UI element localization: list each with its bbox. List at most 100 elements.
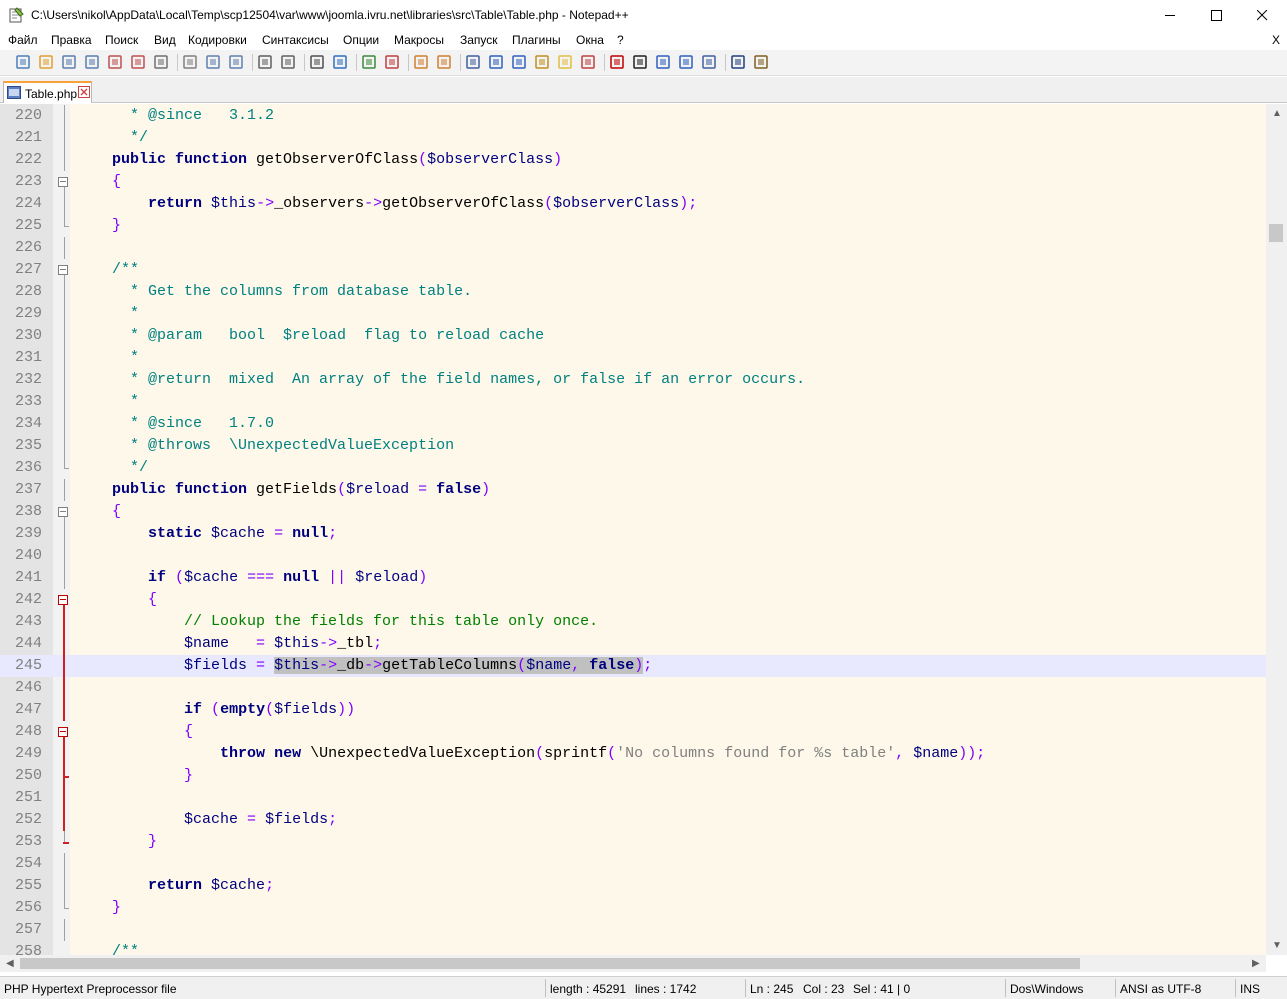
redo-button[interactable] xyxy=(280,54,296,70)
print-button[interactable] xyxy=(153,54,169,70)
open-file-button[interactable] xyxy=(38,54,54,70)
horizontal-scroll-thumb[interactable] xyxy=(20,958,1080,969)
save-all-button[interactable] xyxy=(84,54,100,70)
menu-syntax[interactable]: Синтаксисы xyxy=(262,33,329,47)
code-line[interactable]: 246 xyxy=(0,677,1266,699)
code-line[interactable]: 223 { xyxy=(0,171,1266,193)
code-line[interactable]: 250 } xyxy=(0,765,1266,787)
undo-button[interactable] xyxy=(257,54,273,70)
fold-toggle-icon[interactable] xyxy=(58,727,68,737)
doc-map-button[interactable] xyxy=(557,54,573,70)
code-line[interactable]: 244 $name = $this->_tbl; xyxy=(0,633,1266,655)
indent-guide-button[interactable] xyxy=(511,54,527,70)
close-all-button[interactable] xyxy=(130,54,146,70)
code-line[interactable]: 237 public function getFields($reload = f… xyxy=(0,479,1266,501)
close-window-button[interactable] xyxy=(1239,0,1285,31)
maximize-button[interactable] xyxy=(1193,0,1239,31)
code-line[interactable]: 255 return $cache; xyxy=(0,875,1266,897)
save-macro-button[interactable] xyxy=(701,54,717,70)
code-line[interactable]: 232 * @return mixed An array of the fiel… xyxy=(0,369,1266,391)
paste-button[interactable] xyxy=(228,54,244,70)
code-line[interactable]: 256} xyxy=(0,897,1266,919)
menu-options[interactable]: Опции xyxy=(343,33,379,47)
status-insert-mode[interactable]: INS xyxy=(1240,982,1260,996)
vertical-scroll-thumb[interactable] xyxy=(1269,224,1283,242)
menu-view[interactable]: Вид xyxy=(154,33,176,47)
run-macro-multiple-button[interactable] xyxy=(678,54,694,70)
tab-table-php[interactable]: Table.php xyxy=(3,81,92,103)
copy-button[interactable] xyxy=(205,54,221,70)
code-line[interactable]: 231 * xyxy=(0,347,1266,369)
code-line[interactable]: 236 */ xyxy=(0,457,1266,479)
code-line[interactable]: 226 xyxy=(0,237,1266,259)
stop-record-button[interactable] xyxy=(632,54,648,70)
scroll-down-icon[interactable]: ▼ xyxy=(1272,940,1282,951)
code-line[interactable]: 235 * @throws \UnexpectedValueException xyxy=(0,435,1266,457)
scroll-right-icon[interactable]: ▶ xyxy=(1252,958,1260,969)
code-line[interactable]: 220 * @since 3.1.2 xyxy=(0,105,1266,127)
word-wrap-button[interactable] xyxy=(465,54,481,70)
fold-toggle-icon[interactable] xyxy=(58,507,68,517)
code-line[interactable]: 222 public function getObserverOfClass($o… xyxy=(0,149,1266,171)
menu-edit[interactable]: Правка xyxy=(51,33,92,47)
code-line[interactable]: 251 xyxy=(0,787,1266,809)
fold-toggle-icon[interactable] xyxy=(58,177,68,187)
menu-macro[interactable]: Макросы xyxy=(394,33,444,47)
close-button[interactable] xyxy=(107,54,123,70)
cut-button[interactable] xyxy=(182,54,198,70)
code-line[interactable]: 248 { xyxy=(0,721,1266,743)
menu-search[interactable]: Поиск xyxy=(105,33,138,47)
horizontal-scrollbar[interactable]: ◀ ▶ xyxy=(0,955,1266,972)
user-language-button[interactable] xyxy=(534,54,550,70)
code-line[interactable]: 234 * @since 1.7.0 xyxy=(0,413,1266,435)
save-button[interactable] xyxy=(61,54,77,70)
menu-window[interactable]: Окна xyxy=(576,33,604,47)
close-tab-icon[interactable] xyxy=(78,86,90,98)
code-line[interactable]: 258 /** xyxy=(0,941,1266,956)
spellcheck-settings-button[interactable] xyxy=(753,54,769,70)
code-line[interactable]: 254 xyxy=(0,853,1266,875)
sync-vertical-button[interactable] xyxy=(413,54,429,70)
fold-toggle-icon[interactable] xyxy=(58,595,68,605)
scroll-up-icon[interactable]: ▲ xyxy=(1272,108,1282,119)
find-button[interactable] xyxy=(309,54,325,70)
code-line[interactable]: 240 xyxy=(0,545,1266,567)
minimize-button[interactable] xyxy=(1147,0,1193,31)
zoom-out-button[interactable] xyxy=(384,54,400,70)
code-line[interactable]: 242 { xyxy=(0,589,1266,611)
code-line[interactable]: 253 } xyxy=(0,831,1266,853)
code-line[interactable]: 257 xyxy=(0,919,1266,941)
sync-horizontal-button[interactable] xyxy=(436,54,452,70)
new-file-button[interactable] xyxy=(15,54,31,70)
record-macro-button[interactable] xyxy=(609,54,625,70)
menu-file[interactable]: Файл xyxy=(8,33,38,47)
function-list-button[interactable] xyxy=(580,54,596,70)
code-line[interactable]: 238 { xyxy=(0,501,1266,523)
fold-toggle-icon[interactable] xyxy=(58,265,68,275)
code-line[interactable]: 224 return $this->_observers->getObserve… xyxy=(0,193,1266,215)
code-line[interactable]: 228 * Get the columns from database tabl… xyxy=(0,281,1266,303)
code-line[interactable]: 229 * xyxy=(0,303,1266,325)
code-line[interactable]: 230 * @param bool $reload flag to reload… xyxy=(0,325,1266,347)
close-document-button[interactable]: X xyxy=(1272,33,1280,47)
code-line[interactable]: 241 if ($cache === null || $reload) xyxy=(0,567,1266,589)
code-line[interactable]: 252 $cache = $fields; xyxy=(0,809,1266,831)
code-line[interactable]: 221 */ xyxy=(0,127,1266,149)
zoom-in-button[interactable] xyxy=(361,54,377,70)
play-macro-button[interactable] xyxy=(655,54,671,70)
code-line[interactable]: 227 /** xyxy=(0,259,1266,281)
menu-help[interactable]: ? xyxy=(617,33,624,47)
code-line[interactable]: 249 throw new \UnexpectedValueException(… xyxy=(0,743,1266,765)
replace-button[interactable] xyxy=(332,54,348,70)
code-line[interactable]: 243 // Lookup the fields for this table … xyxy=(0,611,1266,633)
menu-encoding[interactable]: Кодировки xyxy=(188,33,247,47)
spellcheck-button[interactable] xyxy=(730,54,746,70)
code-editor[interactable]: 220 * @since 3.1.2 221 */222 public functi… xyxy=(0,104,1266,955)
code-line[interactable]: 225} xyxy=(0,215,1266,237)
scroll-left-icon[interactable]: ◀ xyxy=(6,958,14,969)
code-line[interactable]: 233 * xyxy=(0,391,1266,413)
code-line[interactable]: 245 $fields = $this->_db->getTableColumn… xyxy=(0,655,1266,677)
vertical-scrollbar[interactable]: ▲ ▼ xyxy=(1266,104,1287,955)
show-all-chars-button[interactable] xyxy=(488,54,504,70)
code-line[interactable]: 247 if (empty($fields)) xyxy=(0,699,1266,721)
